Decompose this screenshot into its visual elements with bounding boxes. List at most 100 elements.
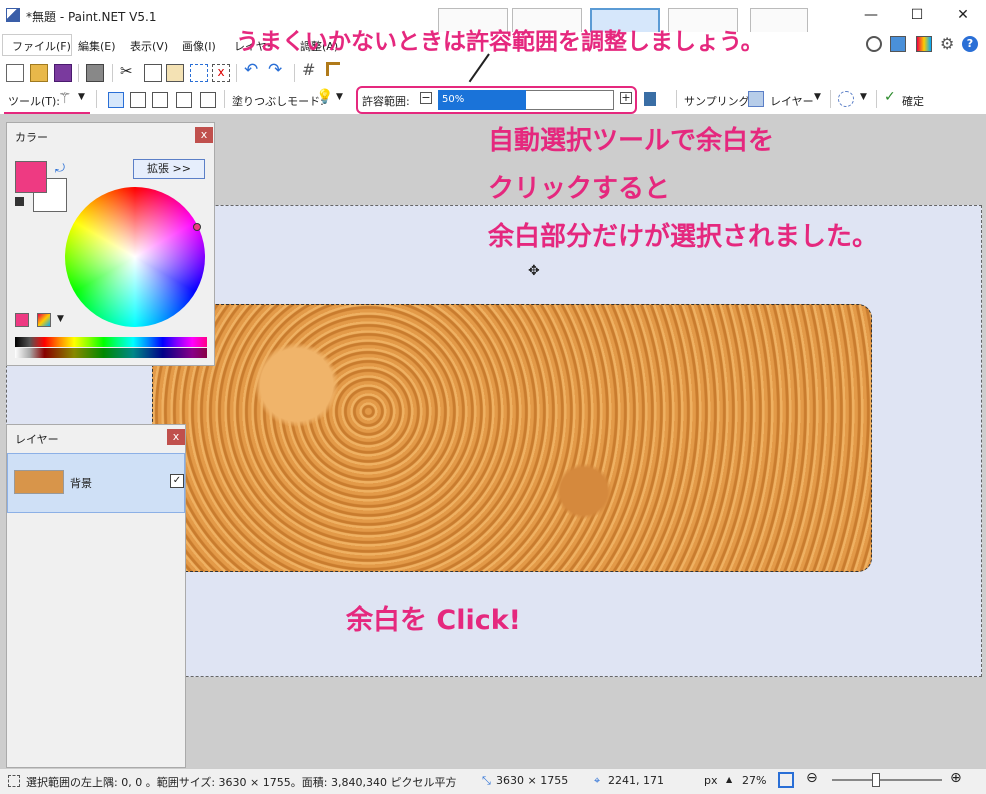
sampling-value[interactable]: レイヤー	[770, 93, 814, 109]
tolerance-decrease-button[interactable]: −	[420, 92, 432, 104]
palette-menu-icon[interactable]	[37, 313, 51, 327]
palette-row-2[interactable]	[15, 348, 207, 358]
toolbar-separator	[294, 64, 295, 82]
fill-mode-label: 塗りつぶしモード:	[232, 95, 324, 108]
zoom-slider-track[interactable]	[832, 779, 942, 781]
selection-info: 選択範囲の左上隅: 0, 0 。範囲サイズ: 3630 × 1755。面積: 3…	[26, 776, 457, 789]
new-file-icon[interactable]	[6, 64, 24, 82]
annotation-line-1: 自動選択ツールで余白を	[488, 126, 775, 156]
annotation-line-3: 余白部分だけが選択されました。	[488, 222, 879, 252]
cut-icon[interactable]: ✂	[120, 62, 133, 80]
sampling-chevron-icon[interactable]: ▼	[814, 92, 821, 102]
selection-mode-intersect-icon[interactable]	[176, 92, 192, 108]
fill-mode-chevron-icon[interactable]: ▼	[336, 92, 343, 102]
zoom-to-window-icon[interactable]	[778, 772, 794, 788]
selection-mode-invert-icon[interactable]	[200, 92, 216, 108]
color-panel-close-button[interactable]: x	[195, 127, 213, 143]
selection-mode-replace-icon[interactable]	[108, 92, 124, 108]
layer-thumbnail	[14, 470, 64, 494]
sampling-layer-icon[interactable]	[748, 91, 764, 107]
menu-edit[interactable]: 編集(E)	[78, 38, 116, 54]
menu-file[interactable]: ファイル(F)	[12, 38, 71, 54]
minimize-button[interactable]: —	[848, 0, 894, 32]
help-icon[interactable]: ?	[962, 36, 978, 52]
colors-window-icon[interactable]	[916, 36, 932, 52]
magic-wand-icon[interactable]: ⚚	[58, 89, 71, 107]
close-button[interactable]: ✕	[940, 0, 986, 32]
add-to-palette-icon[interactable]	[15, 313, 29, 327]
antialiasing-chevron-icon[interactable]: ▼	[860, 92, 867, 102]
cursor-position-icon: ⌖	[594, 774, 601, 787]
units-chevron-icon[interactable]: ▲	[726, 775, 732, 784]
tool-dropdown-chevron-icon[interactable]: ▼	[78, 92, 85, 102]
tolerance-label: 許容範囲:	[362, 95, 410, 108]
selection-mode-exclude-icon[interactable]	[152, 92, 168, 108]
menu-image[interactable]: 画像(I)	[182, 38, 216, 54]
undo-icon[interactable]: ↶	[244, 60, 258, 80]
toolbar-separator	[78, 64, 79, 82]
annotation-top: うまくいかないときは許容範囲を調整しましょう。	[236, 29, 764, 55]
menu-view[interactable]: 表示(V)	[130, 38, 168, 54]
confirm-button[interactable]: 確定	[902, 93, 924, 109]
zoom-out-icon[interactable]: ⊖	[806, 770, 818, 786]
open-folder-icon[interactable]	[30, 64, 48, 82]
toolbar-separator	[676, 90, 677, 108]
grid-icon[interactable]: #	[302, 60, 315, 79]
swap-colors-icon[interactable]: ⤾	[55, 161, 65, 176]
ruler-icon[interactable]	[326, 62, 340, 76]
maximize-button[interactable]: ☐	[894, 0, 940, 32]
annotation-line-2: クリックすると	[488, 174, 671, 204]
color-expand-button[interactable]: 拡張 >>	[133, 159, 205, 179]
redo-icon[interactable]: ↷	[268, 60, 282, 80]
image-size: 3630 × 1755	[496, 774, 569, 787]
confirm-check-icon[interactable]: ✓	[884, 89, 896, 105]
fried-food-image	[152, 304, 872, 572]
toolbar-separator	[236, 64, 237, 82]
deselect-icon[interactable]: x	[212, 64, 230, 82]
toolbar-separator	[96, 90, 97, 108]
color-wheel[interactable]	[65, 187, 205, 327]
units-select[interactable]: px	[704, 774, 718, 787]
settings-gear-icon[interactable]: ⚙	[940, 34, 954, 53]
color-panel: カラー x ⤾ 拡張 >> ▼	[6, 122, 215, 366]
layer-visibility-checkbox[interactable]: ✓	[170, 474, 184, 488]
move-selection-handle-icon[interactable]: ✥	[528, 263, 540, 279]
toolbar-separator	[830, 90, 831, 108]
tolerance-value: 50%	[442, 94, 465, 105]
primary-color-swatch[interactable]	[15, 161, 47, 193]
crop-to-selection-icon[interactable]	[190, 64, 208, 82]
layer-name: 背景	[70, 477, 92, 490]
window-title: *無題 - Paint.NET V5.1	[26, 10, 157, 24]
layers-panel: レイヤー x 背景 ✓	[6, 424, 186, 768]
palette-row-1[interactable]	[15, 337, 207, 347]
zoom-slider-thumb[interactable]	[872, 773, 880, 787]
sampling-label: サンプリング:	[684, 95, 754, 108]
tolerance-increase-button[interactable]: +	[620, 92, 632, 104]
alpha-blending-icon[interactable]	[644, 92, 656, 106]
print-icon[interactable]	[86, 64, 104, 82]
color-panel-title: カラー	[15, 131, 48, 144]
layers-panel-title: レイヤー	[15, 433, 59, 446]
toolbar-separator	[224, 90, 225, 108]
cursor-position: 2241, 171	[608, 774, 664, 787]
palette-chevron-icon[interactable]: ▼	[57, 314, 64, 324]
annotation-click: 余白を Click!	[346, 605, 521, 636]
toolbar-separator	[112, 64, 113, 82]
antialiasing-icon[interactable]	[838, 91, 854, 107]
selection-status-icon	[8, 775, 20, 787]
layers-panel-close-button[interactable]: x	[167, 429, 185, 445]
image-size-icon: ⤡	[482, 774, 491, 787]
copy-icon[interactable]	[144, 64, 162, 82]
save-icon[interactable]	[54, 64, 72, 82]
history-icon[interactable]	[866, 36, 882, 52]
color-wheel-picker-handle[interactable]	[193, 223, 201, 231]
fill-mode-bulb-icon[interactable]: 💡	[316, 89, 333, 105]
paste-icon[interactable]	[166, 64, 184, 82]
zoom-value[interactable]: 27%	[742, 774, 766, 787]
zoom-in-icon[interactable]: ⊕	[950, 770, 962, 786]
reset-colors-icon[interactable]	[15, 197, 24, 206]
tool-label: ツール(T):	[8, 95, 61, 108]
layers-window-icon[interactable]	[890, 36, 906, 52]
layer-row-background[interactable]: 背景 ✓	[7, 453, 185, 513]
selection-mode-union-icon[interactable]	[130, 92, 146, 108]
